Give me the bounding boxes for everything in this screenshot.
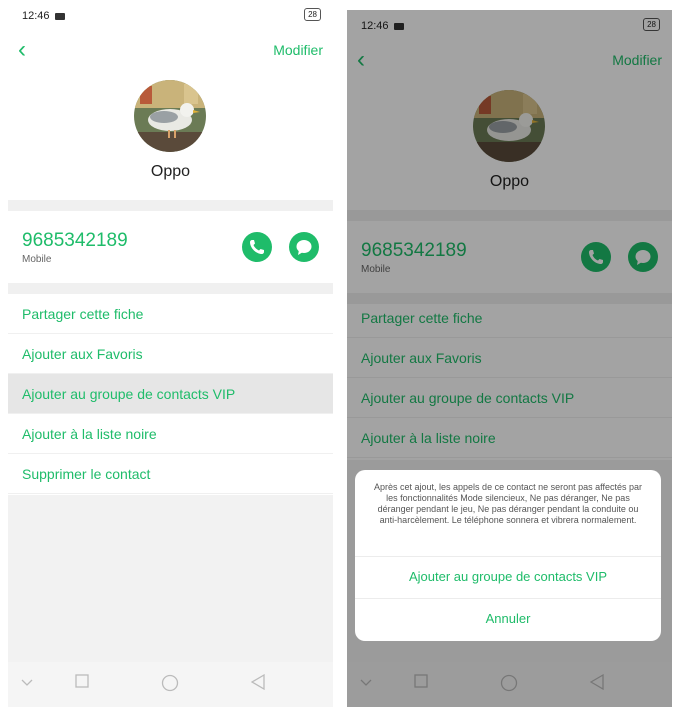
menu-item-delete[interactable]: Supprimer le contact	[8, 454, 333, 494]
back-button[interactable]: ‹	[18, 38, 26, 62]
dialog-cancel-button[interactable]: Annuler	[355, 598, 661, 639]
call-button[interactable]	[242, 232, 272, 262]
status-bar: 12:46 28	[8, 0, 333, 30]
menu-item-share[interactable]: Partager cette fiche	[8, 294, 333, 334]
divider	[8, 283, 333, 294]
menu-item-vip-group[interactable]: Ajouter au groupe de contacts VIP	[8, 374, 333, 414]
dialog-confirm-button[interactable]: Ajouter au groupe de contacts VIP	[355, 556, 661, 597]
modify-button[interactable]: Modifier	[273, 42, 323, 58]
notification-icon	[55, 13, 65, 20]
phone-number[interactable]: 9685342189	[22, 230, 128, 252]
status-time: 12:46	[22, 10, 50, 22]
battery-icon: 28	[304, 8, 321, 21]
phone-type: Mobile	[22, 254, 52, 265]
divider	[8, 200, 333, 211]
nav-bar	[8, 662, 333, 707]
back-nav-icon[interactable]	[251, 674, 265, 690]
avatar	[134, 80, 206, 152]
empty-area	[8, 495, 333, 662]
menu-item-blacklist[interactable]: Ajouter à la liste noire	[8, 414, 333, 454]
contact-name: Oppo	[150, 163, 191, 180]
home-icon[interactable]	[161, 674, 179, 692]
menu-item-favorites[interactable]: Ajouter aux Favoris	[8, 334, 333, 374]
contact-screen-dialog: 12:46 28 ‹ Modifier Oppo 9685342189 Mobi…	[347, 10, 672, 707]
contact-screen: 12:46 28 ‹ Modifier Oppo 9685342189 Mobi…	[8, 0, 333, 707]
dialog-message: Après cet ajout, les appels de ce contac…	[374, 482, 642, 525]
vip-confirm-dialog: Après cet ajout, les appels de ce contac…	[355, 470, 661, 641]
phone-icon	[250, 240, 264, 254]
message-icon	[296, 240, 312, 255]
message-button[interactable]	[289, 232, 319, 262]
recents-icon[interactable]	[75, 674, 89, 688]
chevron-down-icon[interactable]	[21, 679, 33, 687]
